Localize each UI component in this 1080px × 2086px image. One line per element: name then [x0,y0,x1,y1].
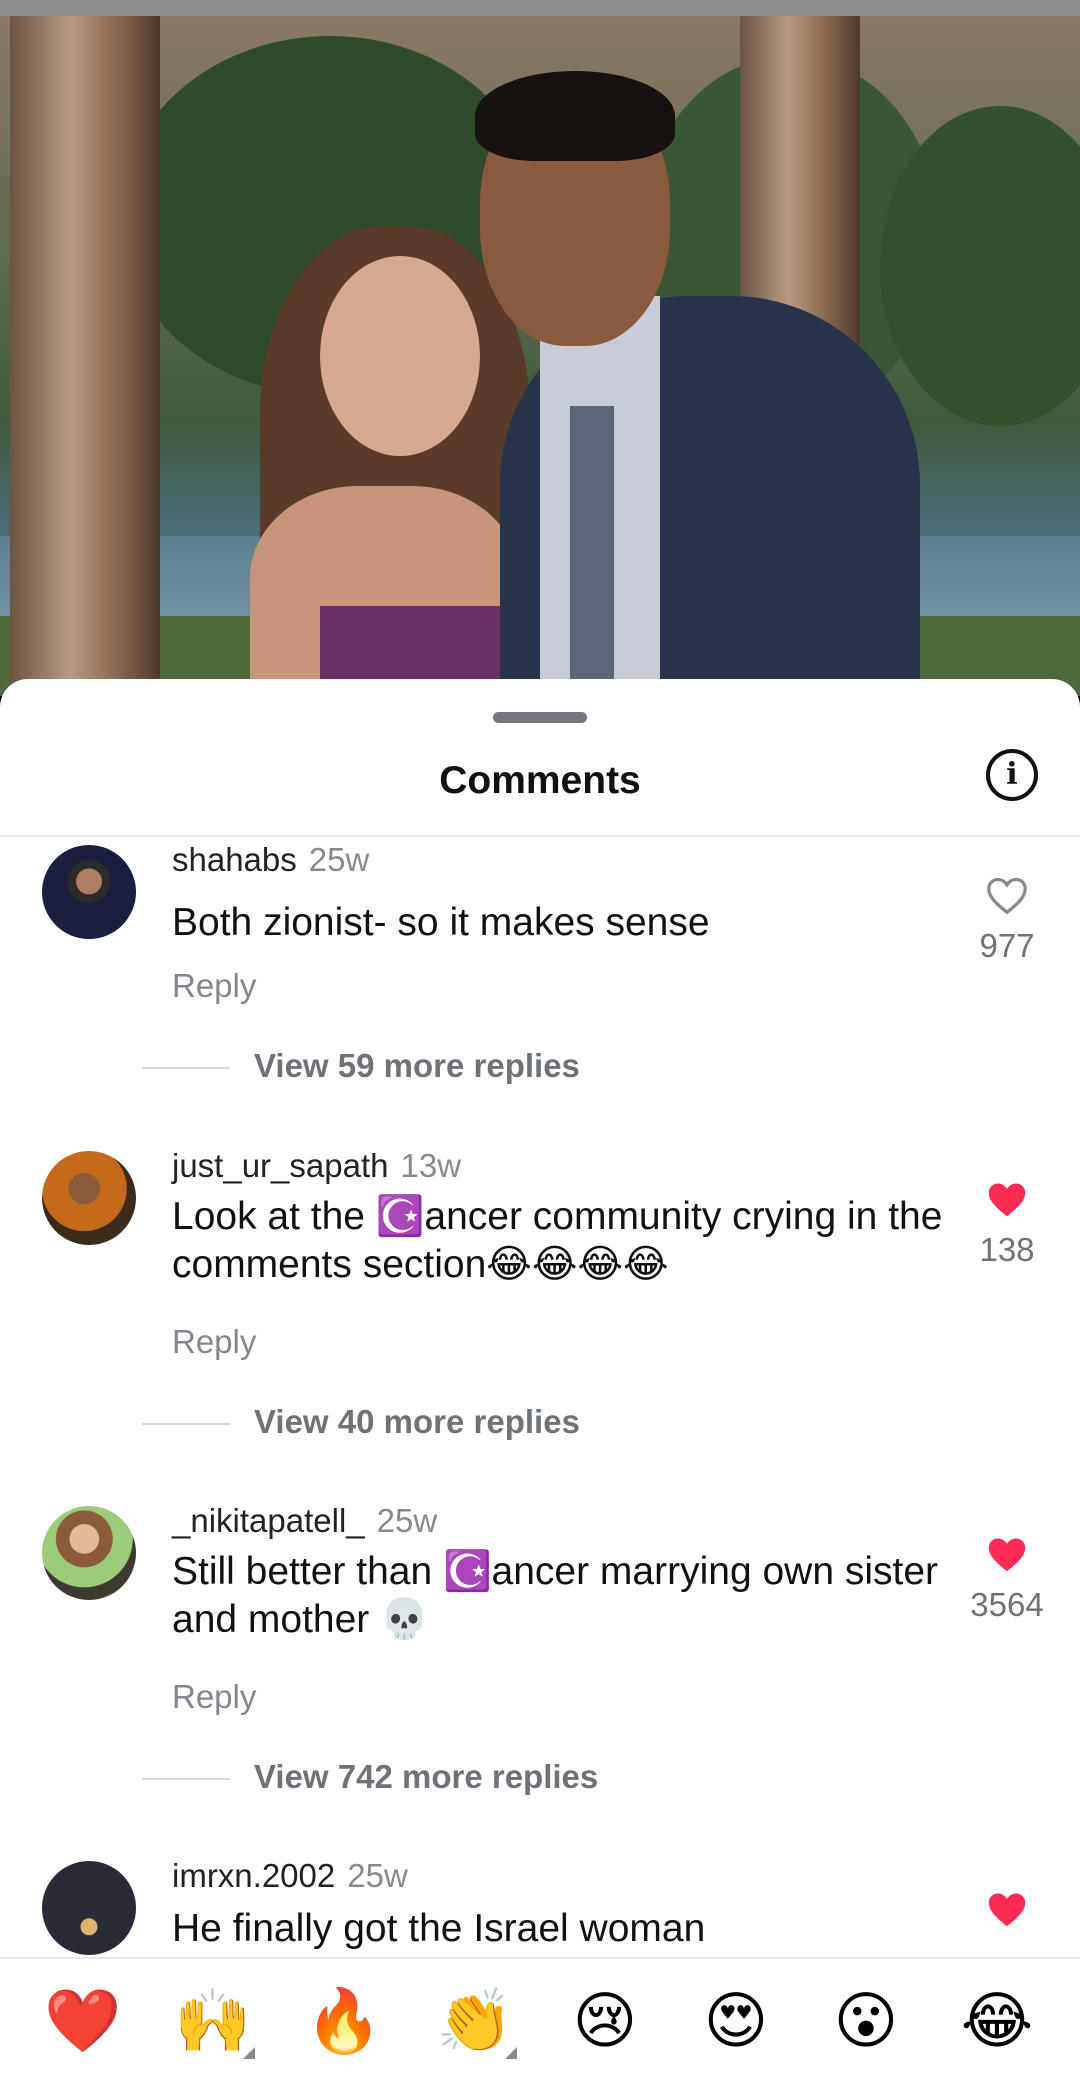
avatar[interactable] [42,845,136,939]
variant-indicator-icon [243,2047,255,2059]
sheet-title: Comments [439,759,641,802]
heart-filled-icon [988,1183,1026,1217]
reaction-fire[interactable]: 🔥 [294,1977,394,2067]
comment-time: 25w [347,1857,408,1894]
username-text[interactable]: just_ur_sapath [172,1147,388,1184]
reaction-heart[interactable]: ❤️ [33,1977,133,2067]
username-text[interactable]: _nikitapatell_ [172,1502,365,1539]
comment-text: He finally got the Israel woman [172,1907,706,1950]
like-count: 138 [979,1231,1035,1268]
avatar[interactable] [42,1861,136,1955]
comment-username[interactable]: imrxn.2002 25w [172,1857,408,1895]
comment-text: Look at the ☪️ancer community crying in … [172,1195,943,1286]
like-count: 3564 [970,1586,1044,1623]
avatar[interactable] [42,1151,136,1245]
like-button[interactable] [946,1889,1068,1929]
replies-divider-line [142,1423,230,1425]
comment-text: Both zionist- so it makes sense [172,901,710,944]
photo-person [570,406,614,696]
comments-list[interactable]: shahabs 25w Both zionist- so it makes sen… [0,837,1080,2020]
reaction-clapping-hands[interactable]: 👏 [425,1977,525,2067]
comment-username[interactable]: shahabs 25w [172,841,369,879]
replies-divider-line [142,1778,230,1780]
reply-button[interactable]: Reply [172,1678,256,1716]
reaction-raising-hands-emoji: 🙌 [174,1987,252,2056]
comment-username[interactable]: _nikitapatell_ 25w [172,1502,437,1540]
heart-outline-icon [987,877,1027,915]
status-bar [0,0,1080,16]
heart-filled-icon [988,1538,1026,1572]
comment-time: 13w [400,1147,462,1184]
view-more-replies-label[interactable]: View 742 more replies [254,1758,598,1796]
reaction-clapping-hands-emoji: 👏 [436,1987,514,2056]
emoji-reaction-bar: ❤️ 🙌 🔥 👏 😢 😍 😮 😂 [0,1957,1080,2086]
comment-text: Still better than ☪️ancer marrying own s… [172,1550,939,1641]
like-button[interactable]: 977 [946,875,1068,965]
like-count: 977 [979,927,1035,964]
drag-handle[interactable] [493,712,587,723]
reply-button[interactable]: Reply [172,1323,256,1361]
heart-filled-icon [988,1893,1026,1927]
info-icon[interactable]: i [986,749,1038,801]
reaction-tears-of-joy[interactable]: 😂 [947,1977,1047,2067]
reaction-heart-eyes[interactable]: 😍 [686,1977,786,2067]
reaction-raising-hands[interactable]: 🙌 [163,1977,263,2067]
view-more-replies-label[interactable]: View 59 more replies [254,1047,580,1085]
photo-tree-trunk [10,16,160,696]
replies-divider-line [142,1067,230,1069]
variant-indicator-icon [505,2047,517,2059]
video-background-photo[interactable] [0,16,1080,696]
avatar[interactable] [42,1506,136,1600]
photo-person [475,71,675,161]
username-text[interactable]: imrxn.2002 [172,1857,335,1894]
like-button[interactable]: 138 [946,1179,1068,1269]
photo-person [320,256,480,456]
comments-sheet: Comments i shahabs 25w Both zionist- so i… [0,679,1080,2086]
like-button[interactable]: 3564 [946,1534,1068,1624]
view-more-replies-label[interactable]: View 40 more replies [254,1403,580,1441]
reaction-crying-face[interactable]: 😢 [555,1977,655,2067]
comment-username[interactable]: just_ur_sapath 13w [172,1147,461,1185]
reply-button[interactable]: Reply [172,967,256,1005]
reaction-surprised-face[interactable]: 😮 [816,1977,916,2067]
comment-time: 25w [376,1502,438,1539]
username-text[interactable]: shahabs [172,841,297,878]
comment-time: 25w [308,841,370,878]
